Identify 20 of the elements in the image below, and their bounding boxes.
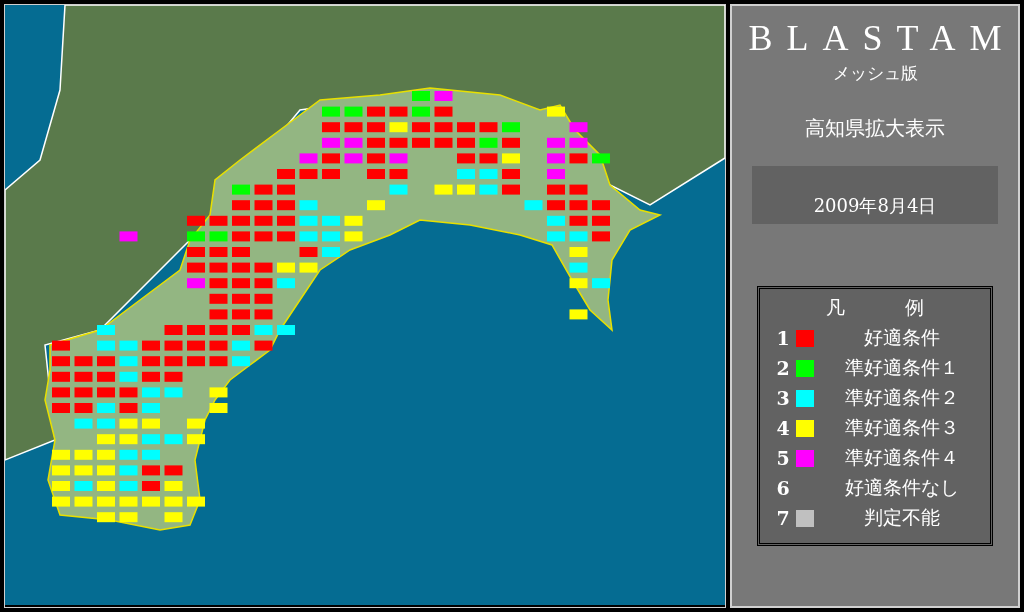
legend-number: 1 [775, 327, 791, 349]
app-subtitle: メッシュ版 [832, 62, 918, 85]
legend-number: 5 [775, 447, 791, 469]
app-title: BLASTAM [747, 18, 1016, 58]
legend-label: 判定不能 [863, 505, 941, 530]
legend-label: 準好適条件４ [844, 445, 960, 470]
legend-number: 2 [775, 357, 791, 379]
view-label: 高知県拡大表示 [805, 115, 945, 142]
legend-number: 6 [775, 477, 791, 499]
legend-label: 好適条件なし [844, 475, 960, 500]
legend-label: 準好適条件２ [844, 385, 960, 410]
date-display: 2009年8月4日 [752, 166, 998, 224]
legend-number: 7 [775, 507, 791, 529]
legend-number: 3 [775, 387, 791, 409]
legend-title: 例 [905, 295, 924, 320]
legend-number: 4 [775, 417, 791, 439]
legend-label: 準好適条件３ [844, 415, 960, 440]
legend-label: 好適条件 [863, 325, 941, 350]
legend-label: 準好適条件１ [844, 355, 960, 380]
legend-title: 凡 [826, 295, 845, 320]
